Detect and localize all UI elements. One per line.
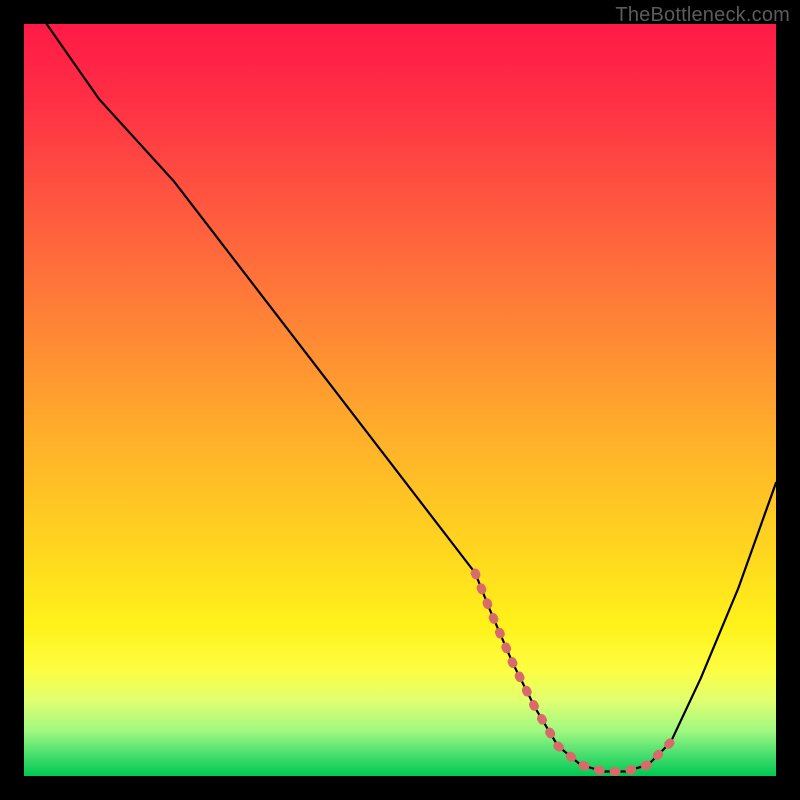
plot-background: [24, 24, 776, 776]
bottleneck-chart: [0, 0, 800, 800]
watermark-text: TheBottleneck.com: [615, 4, 790, 27]
chart-canvas: TheBottleneck.com: [0, 0, 800, 800]
